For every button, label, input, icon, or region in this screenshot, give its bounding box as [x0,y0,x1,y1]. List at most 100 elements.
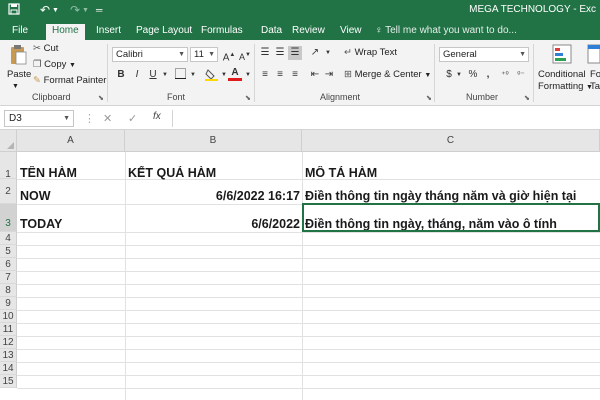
shrink-font-button[interactable]: A▼ [238,48,252,62]
chevron-down-icon[interactable]: ▼ [241,68,255,82]
cell-a2[interactable]: NOW [20,189,124,203]
column-header-a[interactable]: A [17,130,125,152]
gridline [17,362,600,363]
row-header[interactable]: 8 [0,284,17,297]
gridline [17,284,600,285]
undo-icon[interactable]: ↶ [40,3,50,17]
tab-insert[interactable]: Insert [90,24,127,40]
font-name-dropdown[interactable]: Calibri ▼ [112,47,188,62]
conditional-formatting-icon[interactable] [552,44,572,69]
row-header[interactable]: 9 [0,297,17,310]
cell-a3[interactable]: TODAY [20,217,124,231]
row-header[interactable]: 4 [0,232,17,245]
row-header[interactable]: 15 [0,375,17,388]
dialog-launcher-icon[interactable]: ⬊ [426,94,432,102]
redo-icon[interactable]: ↷ [70,3,80,17]
cut-button[interactable]: ✂ Cut [33,42,58,56]
select-all-button[interactable] [0,130,17,152]
cell-a1[interactable]: TÊN HÀM [20,166,124,180]
percent-button[interactable]: % [466,68,480,82]
chevron-down-icon[interactable]: ▼ [82,7,89,14]
chevron-down-icon: ▼ [519,51,526,58]
italic-button[interactable]: I [130,68,144,82]
row-header[interactable]: 7 [0,271,17,284]
merge-center-button[interactable]: ⊞ Merge & Center ▼ [344,68,431,83]
tab-view[interactable]: View [334,24,368,40]
decrease-indent-icon[interactable]: ⇤ [308,68,322,82]
chevron-down-icon: ▼ [178,51,185,58]
cancel-icon[interactable]: ✕ [103,112,112,125]
chevron-down-icon[interactable]: ▼ [12,80,19,94]
increase-indent-icon[interactable]: ⇥ [322,68,336,82]
font-size-dropdown[interactable]: 11 ▼ [190,47,218,62]
dialog-launcher-icon[interactable]: ⬊ [524,94,530,102]
cell-b1[interactable]: KẾT QUẢ HÀM [128,166,300,180]
orientation-icon[interactable]: ↗ [308,46,322,60]
row-header[interactable]: 13 [0,349,17,362]
increase-decimal-icon[interactable]: ⁺⁰ [498,68,512,82]
tab-review[interactable]: Review [286,24,331,40]
align-left-icon[interactable]: ≡ [258,68,272,82]
font-color-button[interactable]: A [228,66,242,81]
wrap-text-button[interactable]: ↵ Wrap Text [344,46,397,60]
tell-me-search[interactable]: ♀ Tell me what you want to do... [375,24,517,38]
row-header[interactable]: 3 [0,204,17,232]
align-middle-icon[interactable]: ☰ [273,46,287,60]
row-header[interactable]: 2 [0,179,17,204]
cell-c1[interactable]: MÔ TẢ HÀM [305,166,597,180]
bold-button[interactable]: B [114,68,128,82]
tab-data[interactable]: Data [255,24,288,40]
dialog-launcher-icon[interactable]: ⬊ [98,94,104,102]
wrap-text-icon: ↵ [344,47,352,58]
align-center-icon[interactable]: ≡ [273,68,287,82]
tab-formulas[interactable]: Formulas [195,24,249,40]
copy-button[interactable]: ❐ Copy ▼ [33,58,76,73]
align-right-icon[interactable]: ≡ [288,68,302,82]
worksheet-grid[interactable]: A B C 1 2 3 4 5 6 7 8 9 10 11 12 13 14 1… [0,130,600,400]
paste-icon[interactable] [8,44,28,71]
cell-b2[interactable]: 6/6/2022 16:17 [128,189,300,203]
insert-function-button[interactable]: fx [153,111,161,122]
decrease-decimal-icon[interactable]: ⁰⁻ [514,68,528,82]
format-painter-button[interactable]: ✎ Format Painter [33,74,106,88]
row-header[interactable]: 14 [0,362,17,375]
row-header[interactable]: 1 [0,152,17,180]
row-header[interactable]: 6 [0,258,17,271]
gridline [17,375,600,376]
cell-b3[interactable]: 6/6/2022 [128,217,300,231]
format-as-table-icon[interactable] [587,44,600,69]
tab-file[interactable]: File [6,24,34,40]
chevron-down-icon[interactable]: ▼ [52,7,59,14]
tab-home[interactable]: Home [46,24,85,40]
customize-qat-icon[interactable]: ═ [96,5,102,15]
row-header[interactable]: 10 [0,310,17,323]
row-header[interactable]: 5 [0,245,17,258]
name-box[interactable]: D3 ▼ [4,110,74,127]
number-format-dropdown[interactable]: General ▼ [439,47,529,62]
cell-c2[interactable]: Điền thông tin ngày tháng năm và giờ hiệ… [305,189,599,203]
chevron-down-icon[interactable]: ▼ [321,46,335,60]
fill-color-icon[interactable] [204,68,218,82]
comma-button[interactable]: , [481,68,495,82]
align-bottom-icon[interactable]: ☰ [288,46,302,60]
chevron-down-icon[interactable]: ▼ [186,68,200,82]
tab-page-layout[interactable]: Page Layout [130,24,198,40]
app-title: MEGA TECHNOLOGY - Exc [469,4,596,15]
column-header-b[interactable]: B [125,130,302,152]
row-header[interactable]: 11 [0,323,17,336]
more-options-icon[interactable]: ⋮ [84,112,95,125]
chevron-down-icon[interactable]: ▼ [452,68,466,82]
enter-icon[interactable]: ✓ [128,112,137,125]
dialog-launcher-icon[interactable]: ⬊ [245,94,251,102]
row-header[interactable]: 12 [0,336,17,349]
paste-button[interactable]: Paste [7,68,31,82]
align-top-icon[interactable]: ☰ [258,46,272,60]
chevron-down-icon[interactable]: ▼ [158,68,172,82]
column-header-c[interactable]: C [302,130,600,152]
borders-icon[interactable] [173,68,187,82]
save-icon[interactable] [8,3,20,18]
merge-icon: ⊞ [344,69,352,80]
grow-font-button[interactable]: A▲ [222,48,236,63]
formula-input[interactable] [172,110,600,127]
gridline [17,310,600,311]
